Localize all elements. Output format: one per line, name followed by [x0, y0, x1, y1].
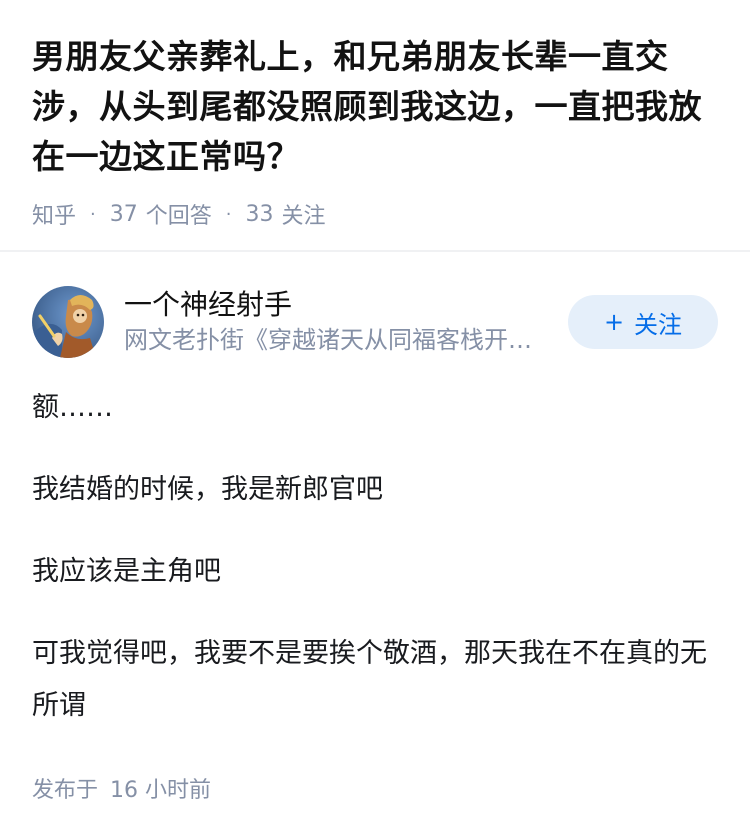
publish-label: 发布于: [32, 778, 99, 803]
answer-paragraph: 额……: [32, 392, 113, 423]
question-title[interactable]: 男朋友父亲葬礼上，和兄弟朋友长辈一直交涉，从头到尾都没照顾到我这边，一直把我放在…: [32, 32, 718, 182]
question-meta: 知乎 · 37 个回答 · 33 关注: [32, 198, 718, 230]
answers-label[interactable]: 个回答: [146, 198, 212, 230]
question-header: 男朋友父亲葬礼上，和兄弟朋友长辈一直交涉，从头到尾都没照顾到我这边，一直把我放在…: [0, 0, 750, 230]
author-info: 一个神经射手 网文老扑街《穿越诸天从同福客栈开始》: [124, 287, 552, 357]
follow-button[interactable]: + 关注: [568, 295, 718, 349]
section-divider: [0, 250, 750, 252]
meta-separator: ·: [90, 203, 96, 225]
answer-card: 一个神经射手 网文老扑街《穿越诸天从同福客栈开始》 + 关注 额…… 我结婚的时…: [32, 286, 718, 762]
avatar-icon: [32, 286, 104, 358]
plus-icon: +: [603, 308, 625, 336]
answer-paragraph: 可我觉得吧，我要不是要挨个敬酒，那天我在不在真的无所谓: [32, 638, 707, 721]
answers-count: 37: [109, 201, 138, 227]
answer-paragraph: 我应该是主角吧: [32, 556, 221, 587]
avatar[interactable]: [32, 286, 104, 358]
source-label[interactable]: 知乎: [32, 198, 76, 230]
author-name[interactable]: 一个神经射手: [124, 287, 552, 323]
publish-time-value: 16 小时前: [110, 778, 212, 803]
meta-separator: ·: [225, 203, 232, 225]
follows-count: 33: [245, 201, 274, 227]
answer-content[interactable]: 额…… 我结婚的时候，我是新郎官吧 我应该是主角吧 可我觉得吧，我要不是要挨个敬…: [32, 382, 718, 732]
follow-button-label: 关注: [634, 310, 683, 339]
publish-time: 发布于 16 小时前: [32, 772, 211, 804]
answer-paragraph: 我结婚的时候，我是新郎官吧: [32, 474, 383, 505]
author-bio: 网文老扑街《穿越诸天从同福客栈开始》: [124, 326, 534, 354]
author-row: 一个神经射手 网文老扑街《穿越诸天从同福客栈开始》 + 关注: [32, 286, 718, 358]
follows-label: 关注: [281, 204, 326, 229]
